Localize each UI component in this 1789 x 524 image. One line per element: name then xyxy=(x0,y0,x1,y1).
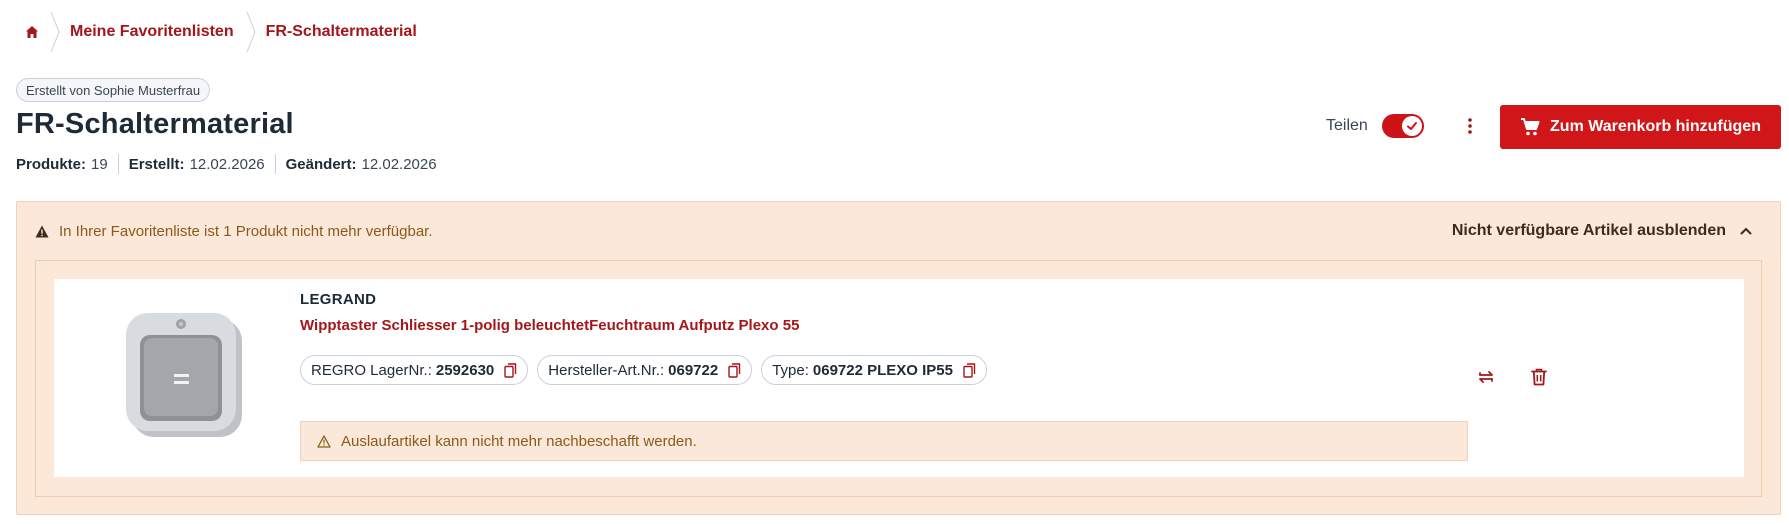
more-options-icon[interactable] xyxy=(1458,110,1482,142)
stock-number-value: 2592630 xyxy=(435,361,495,379)
product-image[interactable] xyxy=(106,301,256,451)
home-icon[interactable] xyxy=(16,12,48,52)
manufacturer-number-label: Hersteller-Art.Nr.: xyxy=(548,361,665,379)
breadcrumb-separator-icon xyxy=(244,12,258,52)
stock-number-label: REGRO LagerNr.: xyxy=(311,361,432,379)
type-label: Type: xyxy=(772,361,809,379)
hide-unavailable-label: Nicht verfügbare Artikel ausblenden xyxy=(1451,222,1726,239)
breadcrumb-current-list[interactable]: FR-Schaltermaterial xyxy=(258,23,427,41)
manufacturer-number-chip: Hersteller-Art.Nr.: 069722 xyxy=(537,355,753,385)
replace-icon[interactable] xyxy=(1472,363,1500,391)
copy-icon[interactable] xyxy=(728,362,741,378)
product-id-chips: REGRO LagerNr.: 2592630 Hersteller-Art.N… xyxy=(300,355,987,385)
copy-icon[interactable] xyxy=(504,362,517,378)
share-toggle[interactable] xyxy=(1381,114,1424,138)
trash-icon[interactable] xyxy=(1525,363,1553,391)
breadcrumb: Meine Favoritenlisten FR-Schaltermateria… xyxy=(16,12,427,52)
cart-icon xyxy=(1520,117,1540,137)
creator-badge: Erstellt von Sophie Musterfrau xyxy=(16,78,211,102)
stock-number-chip: REGRO LagerNr.: 2592630 xyxy=(300,355,529,385)
chevron-up-icon xyxy=(1740,227,1752,235)
unavailable-message-text: In Ihrer Favoritenliste ist 1 Produkt ni… xyxy=(59,222,433,240)
meta-changed-label: Geändert: xyxy=(285,155,357,173)
discontinued-notice-text: Auslaufartikel kann nicht mehr nachbesch… xyxy=(341,432,697,450)
check-icon xyxy=(1401,116,1422,136)
discontinued-notice: Auslaufartikel kann nicht mehr nachbesch… xyxy=(300,421,1468,461)
product-card: LEGRAND Wipptaster Schliesser 1-polig be… xyxy=(54,279,1744,477)
meta-created-value: 12.02.2026 xyxy=(189,155,265,173)
meta-changed-value: 12.02.2026 xyxy=(361,155,437,173)
type-chip: Type: 069722 PLEXO IP55 xyxy=(761,355,987,385)
unavailable-products-list: LEGRAND Wipptaster Schliesser 1-polig be… xyxy=(35,260,1762,497)
meta-divider xyxy=(117,154,119,174)
add-to-cart-button[interactable]: Zum Warenkorb hinzufügen xyxy=(1500,105,1781,149)
product-brand: LEGRAND xyxy=(300,291,377,308)
page-title: FR-Schaltermaterial xyxy=(16,108,294,140)
list-meta: Produkte: 19 Erstellt: 12.02.2026 Geände… xyxy=(16,153,437,175)
warning-icon xyxy=(35,225,49,238)
hide-unavailable-button[interactable]: Nicht verfügbare Artikel ausblenden xyxy=(1452,222,1762,240)
manufacturer-number-value: 069722 xyxy=(668,361,719,379)
unavailable-panel-header: In Ihrer Favoritenliste ist 1 Produkt ni… xyxy=(17,202,1780,260)
meta-products: Produkte: 19 xyxy=(16,156,108,173)
meta-created: Erstellt: 12.02.2026 xyxy=(129,156,265,173)
meta-products-label: Produkte: xyxy=(16,155,87,173)
share-label: Teilen xyxy=(1326,117,1368,134)
breadcrumb-separator-icon xyxy=(48,12,62,52)
meta-created-label: Erstellt: xyxy=(128,155,185,173)
breadcrumb-favorite-lists[interactable]: Meine Favoritenlisten xyxy=(62,23,244,41)
meta-products-value: 19 xyxy=(91,155,108,173)
warning-icon xyxy=(317,434,331,448)
product-name-link[interactable]: Wipptaster Schliesser 1-polig beleuchtet… xyxy=(300,317,799,334)
type-value: 069722 PLEXO IP55 xyxy=(812,361,953,379)
meta-divider xyxy=(274,154,276,174)
share-control: Teilen xyxy=(1326,112,1424,140)
meta-changed: Geändert: 12.02.2026 xyxy=(286,156,437,173)
unavailable-products-panel: In Ihrer Favoritenliste ist 1 Produkt ni… xyxy=(16,201,1781,515)
copy-icon[interactable] xyxy=(963,362,976,378)
unavailable-message: In Ihrer Favoritenliste ist 1 Produkt ni… xyxy=(35,223,433,240)
add-to-cart-label: Zum Warenkorb hinzufügen xyxy=(1550,118,1761,135)
